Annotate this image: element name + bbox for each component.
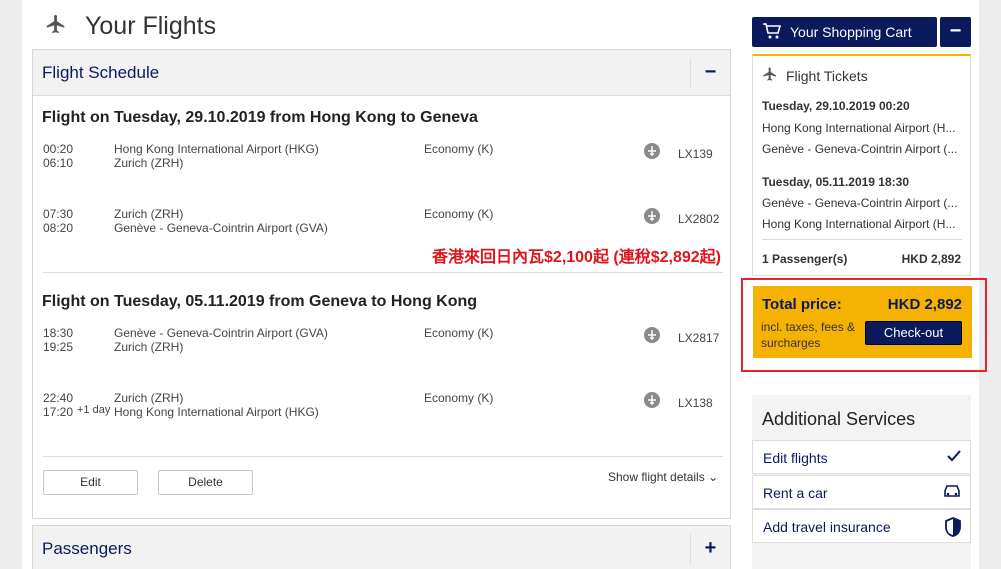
delete-button[interactable]: Delete [158, 470, 253, 495]
highlight-box [741, 278, 987, 372]
departure-time: 22:40 [43, 391, 74, 405]
flight-number: LX138 [678, 396, 713, 410]
airline-logo-icon [644, 143, 660, 162]
car-icon [942, 483, 962, 502]
passengers-title: Passengers [42, 539, 132, 558]
next-day-note: +1 day [77, 404, 111, 416]
divider [762, 239, 962, 240]
destination-airport: Hong Kong International Airport (HKG) [114, 405, 319, 419]
outbound-destination: Genève - Geneva-Cointrin Airport (... [762, 142, 958, 156]
flight-tickets-title: Flight Tickets [786, 67, 868, 84]
collapse-button[interactable]: − [690, 58, 730, 88]
arrival-time: 17:20 [43, 405, 74, 419]
check-icon [946, 448, 962, 467]
divider [43, 456, 723, 457]
expand-button[interactable]: + [690, 534, 730, 564]
destination-airport: Zurich (ZRH) [114, 156, 184, 170]
show-flight-details-link[interactable]: Show flight details ⌄ [608, 470, 718, 484]
service-label: Edit flights [763, 450, 828, 466]
page-header: Your Flights [45, 12, 216, 41]
passengers-header[interactable]: Passengers + [33, 526, 730, 569]
origin-airport: Hong Kong International Airport (HKG) [114, 142, 319, 156]
collapse-cart-button[interactable]: − [940, 17, 971, 47]
cabin-class: Economy (K) [424, 142, 494, 156]
cabin-class: Economy (K) [424, 391, 494, 405]
cabin-class: Economy (K) [424, 207, 494, 221]
rent-a-car-service[interactable]: Rent a car [752, 475, 971, 509]
arrival-time: 06:10 [43, 156, 74, 170]
airline-logo-icon [644, 208, 660, 227]
origin-airport: Zurich (ZRH) [114, 391, 184, 405]
cart-icon [762, 22, 782, 43]
shopping-cart-button[interactable]: Your Shopping Cart [752, 17, 937, 47]
departure-time: 07:30 [43, 207, 74, 221]
cabin-class: Economy (K) [424, 326, 494, 340]
return-date: Tuesday, 05.11.2019 18:30 [762, 175, 909, 189]
flight-number: LX139 [678, 147, 713, 161]
airline-logo-icon [644, 327, 660, 346]
departure-time: 00:20 [43, 142, 74, 156]
return-origin: Genève - Geneva-Cointrin Airport (... [762, 196, 958, 210]
flight-heading-outbound: Flight on Tuesday, 29.10.2019 from Hong … [42, 109, 478, 126]
airplane-icon [45, 12, 67, 41]
chevron-down-icon: ⌄ [708, 470, 719, 484]
page-title: Your Flights [85, 12, 217, 40]
return-destination: Hong Kong International Airport (H... [762, 217, 956, 231]
destination-airport: Genève - Geneva-Cointrin Airport (GVA) [114, 221, 328, 235]
arrival-time: 19:25 [43, 340, 74, 354]
travel-insurance-service[interactable]: Add travel insurance [752, 509, 971, 543]
shield-icon [944, 517, 962, 540]
origin-airport: Genève - Geneva-Cointrin Airport (GVA) [114, 326, 328, 340]
origin-airport: Zurich (ZRH) [114, 207, 184, 221]
destination-airport: Zurich (ZRH) [114, 340, 184, 354]
service-label: Add travel insurance [763, 519, 891, 535]
passenger-price: HKD 2,892 [901, 252, 961, 266]
shopping-cart-summary: Flight Tickets Tuesday, 29.10.2019 00:20… [752, 54, 971, 276]
airplane-icon [762, 66, 778, 85]
flight-segment: 07:30 08:20 Zurich (ZRH) Genève - Geneva-C… [43, 207, 723, 239]
edit-flights-service[interactable]: Edit flights [752, 440, 971, 474]
outbound-date: Tuesday, 29.10.2019 00:20 [762, 99, 910, 113]
service-label: Rent a car [763, 485, 828, 501]
shopping-cart-label: Your Shopping Cart [790, 24, 912, 40]
flight-heading-return: Flight on Tuesday, 05.11.2019 from Genev… [42, 293, 478, 310]
flight-number: LX2802 [678, 212, 720, 226]
divider [43, 272, 723, 273]
airline-logo-icon [644, 392, 660, 411]
flight-segment: 22:40 17:20 +1 day Zurich (ZRH) Hong Kong … [43, 391, 723, 423]
edit-button[interactable]: Edit [43, 470, 138, 495]
additional-services-title: Additional Services [762, 409, 916, 429]
flight-segment: 00:20 06:10 Hong Kong International Airpo… [43, 142, 723, 174]
flight-segment: 18:30 19:25 Genève - Geneva-Cointrin Airp… [43, 326, 723, 358]
flight-schedule-header[interactable]: Flight Schedule − [33, 50, 730, 96]
passenger-count: 1 Passenger(s) [762, 252, 848, 266]
show-flight-details-label: Show flight details [608, 470, 705, 484]
flight-number: LX2817 [678, 331, 720, 345]
flight-schedule-title: Flight Schedule [42, 63, 160, 82]
arrival-time: 08:20 [43, 221, 74, 235]
promo-price-text: 香港來回日內瓦$2,100起 (連稅$2,892起) [432, 249, 721, 266]
outbound-origin: Hong Kong International Airport (H... [762, 121, 956, 135]
passengers-panel: Passengers + [32, 525, 731, 569]
departure-time: 18:30 [43, 326, 74, 340]
